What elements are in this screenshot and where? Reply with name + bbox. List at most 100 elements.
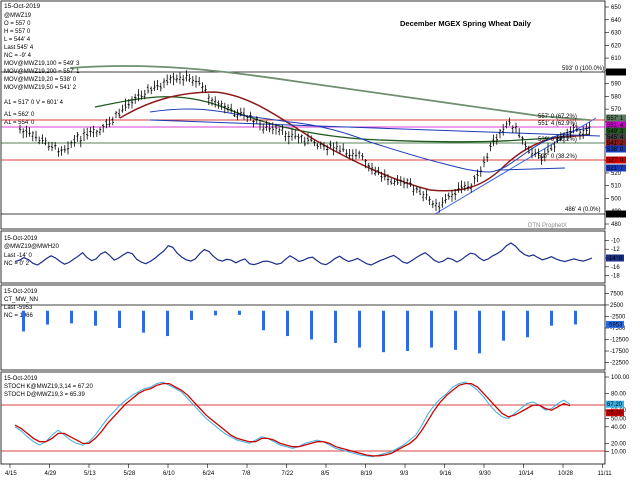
fib-label-100: 593' 0 (100.0%) <box>562 66 604 72</box>
cot-last: Last -5953 <box>4 305 33 311</box>
stoch-d-label: STOCH D@MWZ19,3 = 65.39 <box>4 392 86 398</box>
spread-date: 15-Oct-2019 <box>4 236 38 242</box>
cot-bar <box>430 310 433 348</box>
price-tick-label: 500 <box>611 196 622 202</box>
cot-bars <box>22 310 577 354</box>
cot-bar <box>454 310 457 350</box>
date-header: 15-Oct-2019 <box>4 3 41 10</box>
x-tick-label: 6/10 <box>163 471 175 477</box>
stoch-k-line <box>14 381 571 458</box>
line-label-b: A1 = 562' 0 <box>4 112 35 118</box>
fib-label-67: 557' 0 (67.2%) <box>538 114 577 120</box>
stoch-tick-label: 20.00 <box>611 441 627 447</box>
spread-line <box>14 242 593 266</box>
cot-bar <box>526 310 529 338</box>
price-plot <box>1 65 605 215</box>
price-tick-label: 480 <box>611 222 622 228</box>
price-tick-label: 650 <box>611 5 622 11</box>
ma100-label: MOV@MWZ19,100 = 549' 3 <box>4 61 80 67</box>
stoch-tick-label: 50.00 <box>611 417 627 423</box>
x-axis: 4/15 4/29 5/13 5/28 6/10 6/24 7/8 7/22 8/5 8/19 9/… <box>5 464 612 477</box>
spread-axis: -10-12-14-16-18-14' 0 <box>605 238 624 280</box>
cot-date: 15-Oct-2019 <box>4 289 38 295</box>
fib-label-0: 486' 4 (0.0%) <box>565 207 601 213</box>
cot-bar <box>334 310 337 343</box>
cot-bar <box>286 310 289 337</box>
x-tick-label: 8/19 <box>361 471 373 477</box>
x-tick-label: 7/8 <box>242 471 251 477</box>
x-tick-label: 4/29 <box>45 471 57 477</box>
ohlc-high: H = 557 0 <box>4 29 31 35</box>
fib-label-50: 539' 6 (50.2%) <box>538 137 577 143</box>
spread-tick-label: -18 <box>611 274 620 280</box>
spread-right-label: -14' 0 <box>607 256 622 262</box>
stoch-tick-label: 80.00 <box>611 392 627 398</box>
cot-bar <box>46 310 49 325</box>
stoch-tick-label: 40.00 <box>611 425 627 431</box>
x-tick-label: 10/14 <box>519 471 535 477</box>
cot-bar <box>94 310 97 326</box>
stoch-d-line <box>14 382 571 457</box>
cot-bar <box>142 310 145 333</box>
ohlc-open: O = 557 0 <box>4 21 31 27</box>
price-tick-label: 570 <box>611 107 622 113</box>
stoch-tick-label: 10.00 <box>611 450 627 456</box>
cot-panel-frame <box>0 284 606 371</box>
x-tick-label: 11/11 <box>598 471 613 477</box>
cot-bar <box>262 310 265 331</box>
cot-tick-label: -22500 <box>610 361 629 367</box>
price-right-label: 538' 0 <box>607 147 624 153</box>
price-tick-label: 610 <box>611 56 622 62</box>
x-tick-label: 4/15 <box>5 471 17 477</box>
cot-bar <box>574 310 577 325</box>
price-right-label: 521' 7 <box>607 166 624 172</box>
price-tick-label: 630 <box>611 31 622 37</box>
line-label-c: A1 = 554' 0 <box>4 120 35 126</box>
cot-bar <box>70 310 73 324</box>
price-tick-label: 620 <box>611 43 622 49</box>
cot-bar <box>22 310 25 332</box>
cot-legend: 15-Oct-2019 CT_MW_NN Last -5953 NC = 196… <box>4 289 38 319</box>
spread-last: Last -14' 0 <box>4 253 32 259</box>
chart-title: December MGEX Spring Wheat Daily <box>400 19 532 28</box>
stoch-right-label: 65.39 <box>607 411 623 417</box>
cot-bar <box>478 310 481 354</box>
x-tick-label: 8/5 <box>321 471 330 477</box>
price-tick-label: 640 <box>611 18 622 24</box>
cot-nc: NC = 1966 <box>4 313 34 319</box>
line-label-a: A1 = 517' 0 V = 601' 4 <box>4 100 64 106</box>
cot-bar <box>214 310 217 316</box>
cot-tick-label: -12500 <box>610 338 629 344</box>
ohlc-low: L = 544' 4 <box>4 37 31 43</box>
price-tick-label: 590 <box>611 82 622 88</box>
price-right-label: 593' 0 <box>607 70 624 76</box>
cot-bar <box>382 310 385 353</box>
spread-tick-label: -12 <box>611 247 620 253</box>
spread-panel-frame <box>0 230 606 284</box>
x-tick-label: 9/30 <box>479 471 491 477</box>
fib-label-38: 527' 0 (38.2%) <box>538 154 577 160</box>
price-tick-label: 510 <box>611 184 622 190</box>
cot-title: CT_MW_NN <box>4 297 38 303</box>
ohlc-nc: NC = -9' 4 <box>4 53 32 59</box>
cot-bar <box>406 310 409 352</box>
stoch-tick-label: 100.00 <box>611 375 630 381</box>
cot-bar <box>502 310 505 341</box>
ma20-label: MOV@MWZ19,20 = 538' 0 <box>4 77 77 83</box>
cot-tick-label: -2500 <box>610 314 626 320</box>
ma20-line <box>149 108 591 173</box>
cot-tick-label: 7500 <box>610 291 624 297</box>
price-right-label: 527' 0 <box>607 158 624 164</box>
price-panel-frame <box>0 0 606 230</box>
ma50-label: MOV@MWZ19,50 = 541' 2 <box>4 85 77 91</box>
ma50-line <box>119 91 591 192</box>
cot-right-label: -5953 <box>607 322 623 328</box>
stoch-right-label: 67.20 <box>607 402 623 408</box>
stoch-axis: 100.0080.0060.0050.0040.0020.0010.0067.2… <box>605 375 630 456</box>
x-tick-label: 5/28 <box>124 471 136 477</box>
ohlc-last: Last 545' 4 <box>4 45 34 51</box>
cot-bar <box>190 310 193 320</box>
price-tick-label: 580 <box>611 94 622 100</box>
symbol-label: @MWZ19 <box>4 13 32 19</box>
fib-annotations: 593' 0 (100.0%) 557' 0 (67.2%) 551' 4 (6… <box>538 66 604 213</box>
